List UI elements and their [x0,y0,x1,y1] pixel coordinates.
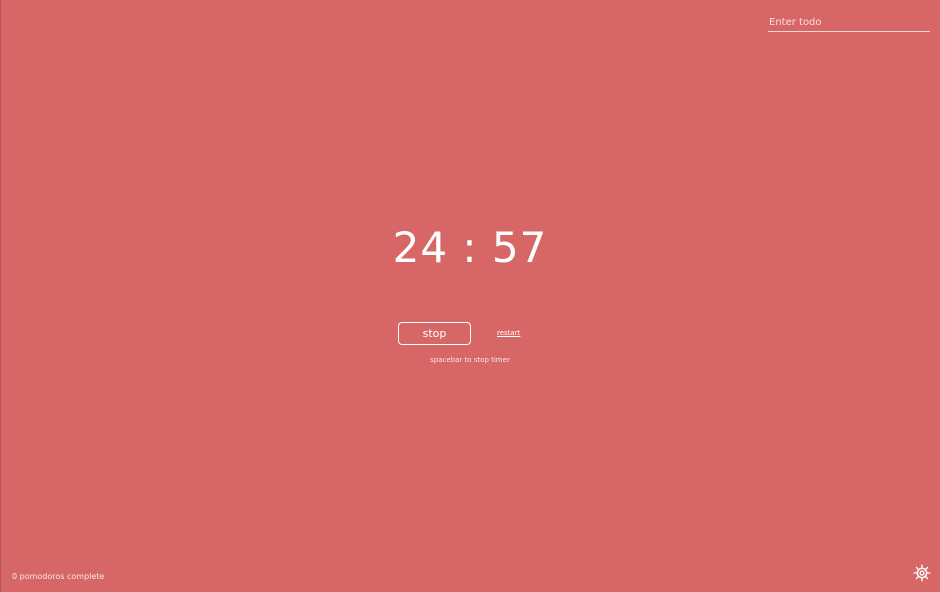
timer-controls: stop restart [398,321,520,345]
restart-link[interactable]: restart [497,329,520,337]
gear-icon [913,564,931,582]
pomodoros-count: 0 pomodoros complete [12,572,105,581]
timer-display: 24 : 57 [392,223,548,272]
window-edge [0,0,1,592]
stop-button-label: stop [422,326,447,340]
settings-button[interactable] [913,564,931,582]
todo-input[interactable] [768,14,930,32]
keyboard-hint: spacebar to stop timer [430,356,510,364]
stop-button[interactable]: stop [398,321,471,345]
todo-container [768,10,930,32]
